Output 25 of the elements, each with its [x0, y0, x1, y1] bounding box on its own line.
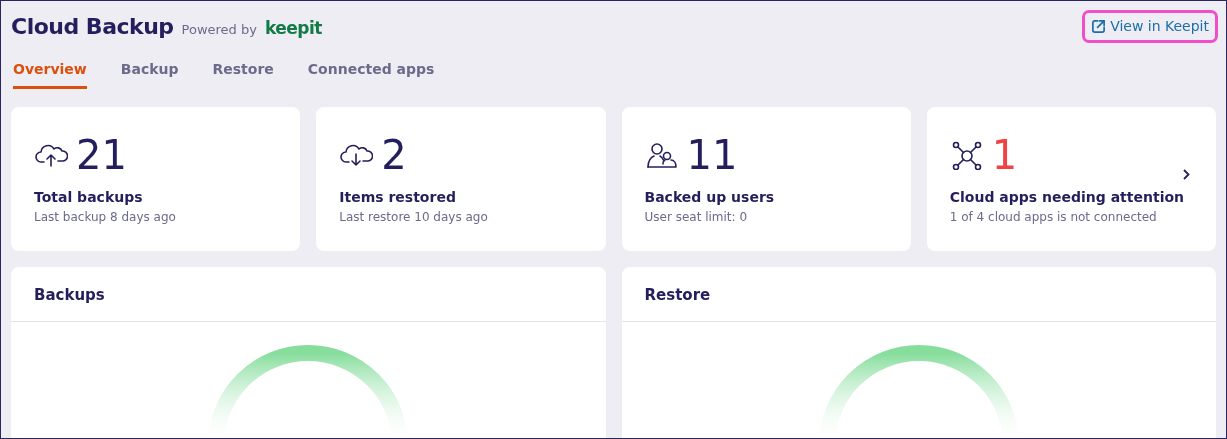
stat-title: Cloud apps needing attention [949, 188, 1185, 207]
stat-value: 1 [991, 135, 1018, 175]
stat-title: Backed up users [644, 188, 776, 207]
stat-value: 2 [381, 135, 407, 175]
panel-title: Backups [11, 267, 606, 322]
stat-subtitle: 1 of 4 cloud apps is not connected [949, 209, 1158, 226]
external-link-icon [1091, 18, 1107, 34]
tab[interactable]: Overview [13, 59, 87, 89]
tab[interactable]: Connected apps [307, 59, 435, 89]
stat-title: Items restored [339, 188, 457, 207]
panel-title: Restore [621, 267, 1216, 322]
stat-subtitle: Last backup 8 days ago [34, 209, 177, 226]
tab[interactable]: Backup [120, 59, 179, 89]
stat-subtitle: Last restore 10 days ago [339, 209, 489, 226]
brand-logo: keepit [264, 16, 322, 40]
view-in-keepit-link[interactable]: View in Keepit [1082, 9, 1218, 43]
page-title: Cloud Backup [11, 12, 174, 41]
stat-value: 11 [686, 135, 738, 175]
stat-value: 21 [76, 135, 127, 175]
stat-subtitle: User seat limit: 0 [644, 209, 749, 226]
tab[interactable]: Restore [212, 59, 274, 89]
stat-title: Total backups [34, 188, 144, 207]
users-icon [644, 140, 679, 170]
powered-by-text: Powered by [181, 20, 257, 39]
stat-card[interactable]: 1 Cloud apps needing attention 1 of 4 cloud apps is not connected [926, 107, 1216, 251]
